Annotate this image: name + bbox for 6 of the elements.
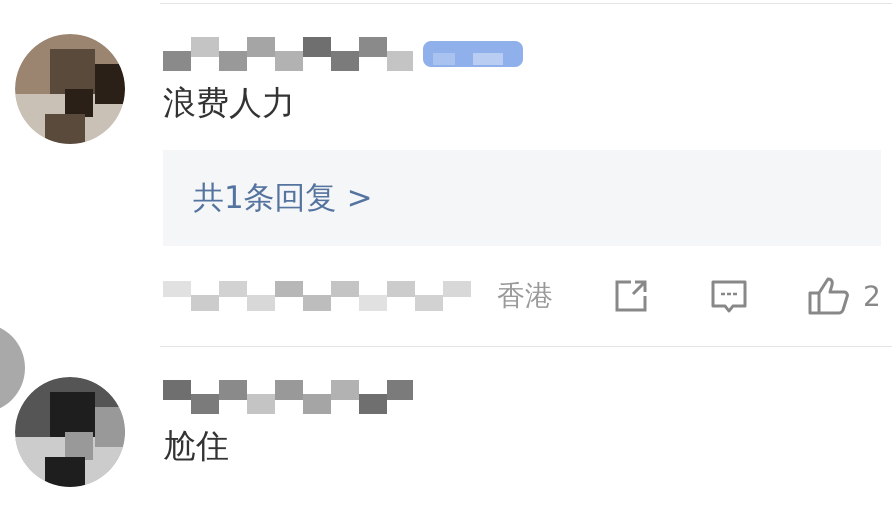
replies-link[interactable]: 共1条回复 > <box>193 177 373 219</box>
like-count: 2 <box>863 280 881 312</box>
location-text: 香港 <box>497 278 553 314</box>
thumbs-up-icon[interactable] <box>807 276 851 316</box>
comment-text: 浪费人力 <box>163 82 296 124</box>
comment-text: 尬住 <box>163 425 230 467</box>
